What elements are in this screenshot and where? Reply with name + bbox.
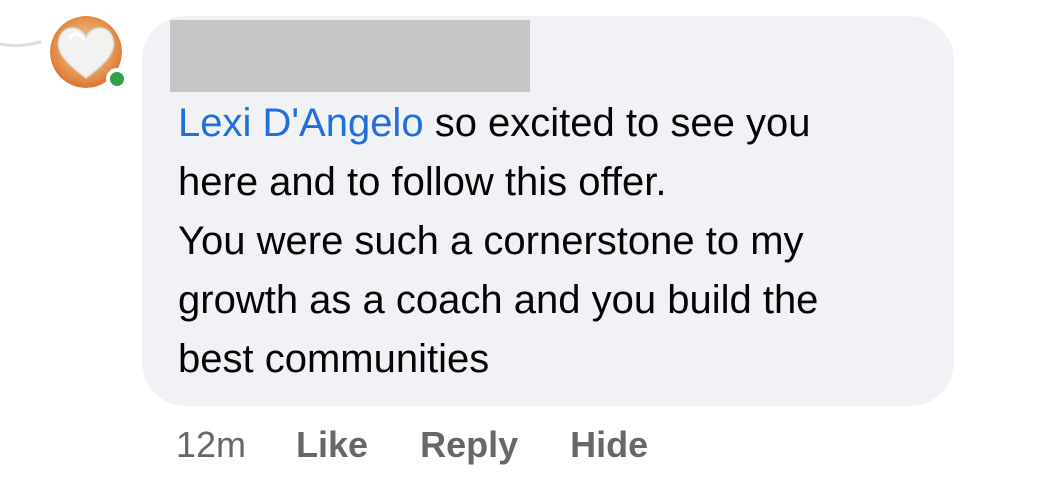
comment-text-body: here and to follow this offer. You were …	[178, 160, 819, 381]
redacted-author-name	[170, 20, 530, 92]
reply-button[interactable]: Reply	[420, 424, 518, 466]
hide-button[interactable]: Hide	[570, 424, 648, 466]
comment-timestamp[interactable]: 12m	[176, 424, 246, 466]
comment-text: Lexi D'Angelo so excited to see you here…	[178, 94, 938, 389]
comment-actions: 12m Like Reply Hide	[176, 420, 700, 470]
mention-link[interactable]: Lexi D'Angelo	[178, 101, 424, 145]
online-status-dot	[106, 68, 128, 90]
comment-bubble: Lexi D'Angelo so excited to see you here…	[142, 16, 954, 406]
commenter-avatar[interactable]	[50, 16, 128, 90]
like-button[interactable]: Like	[296, 424, 368, 466]
comment-text-first-line: so excited to see you	[423, 101, 811, 145]
